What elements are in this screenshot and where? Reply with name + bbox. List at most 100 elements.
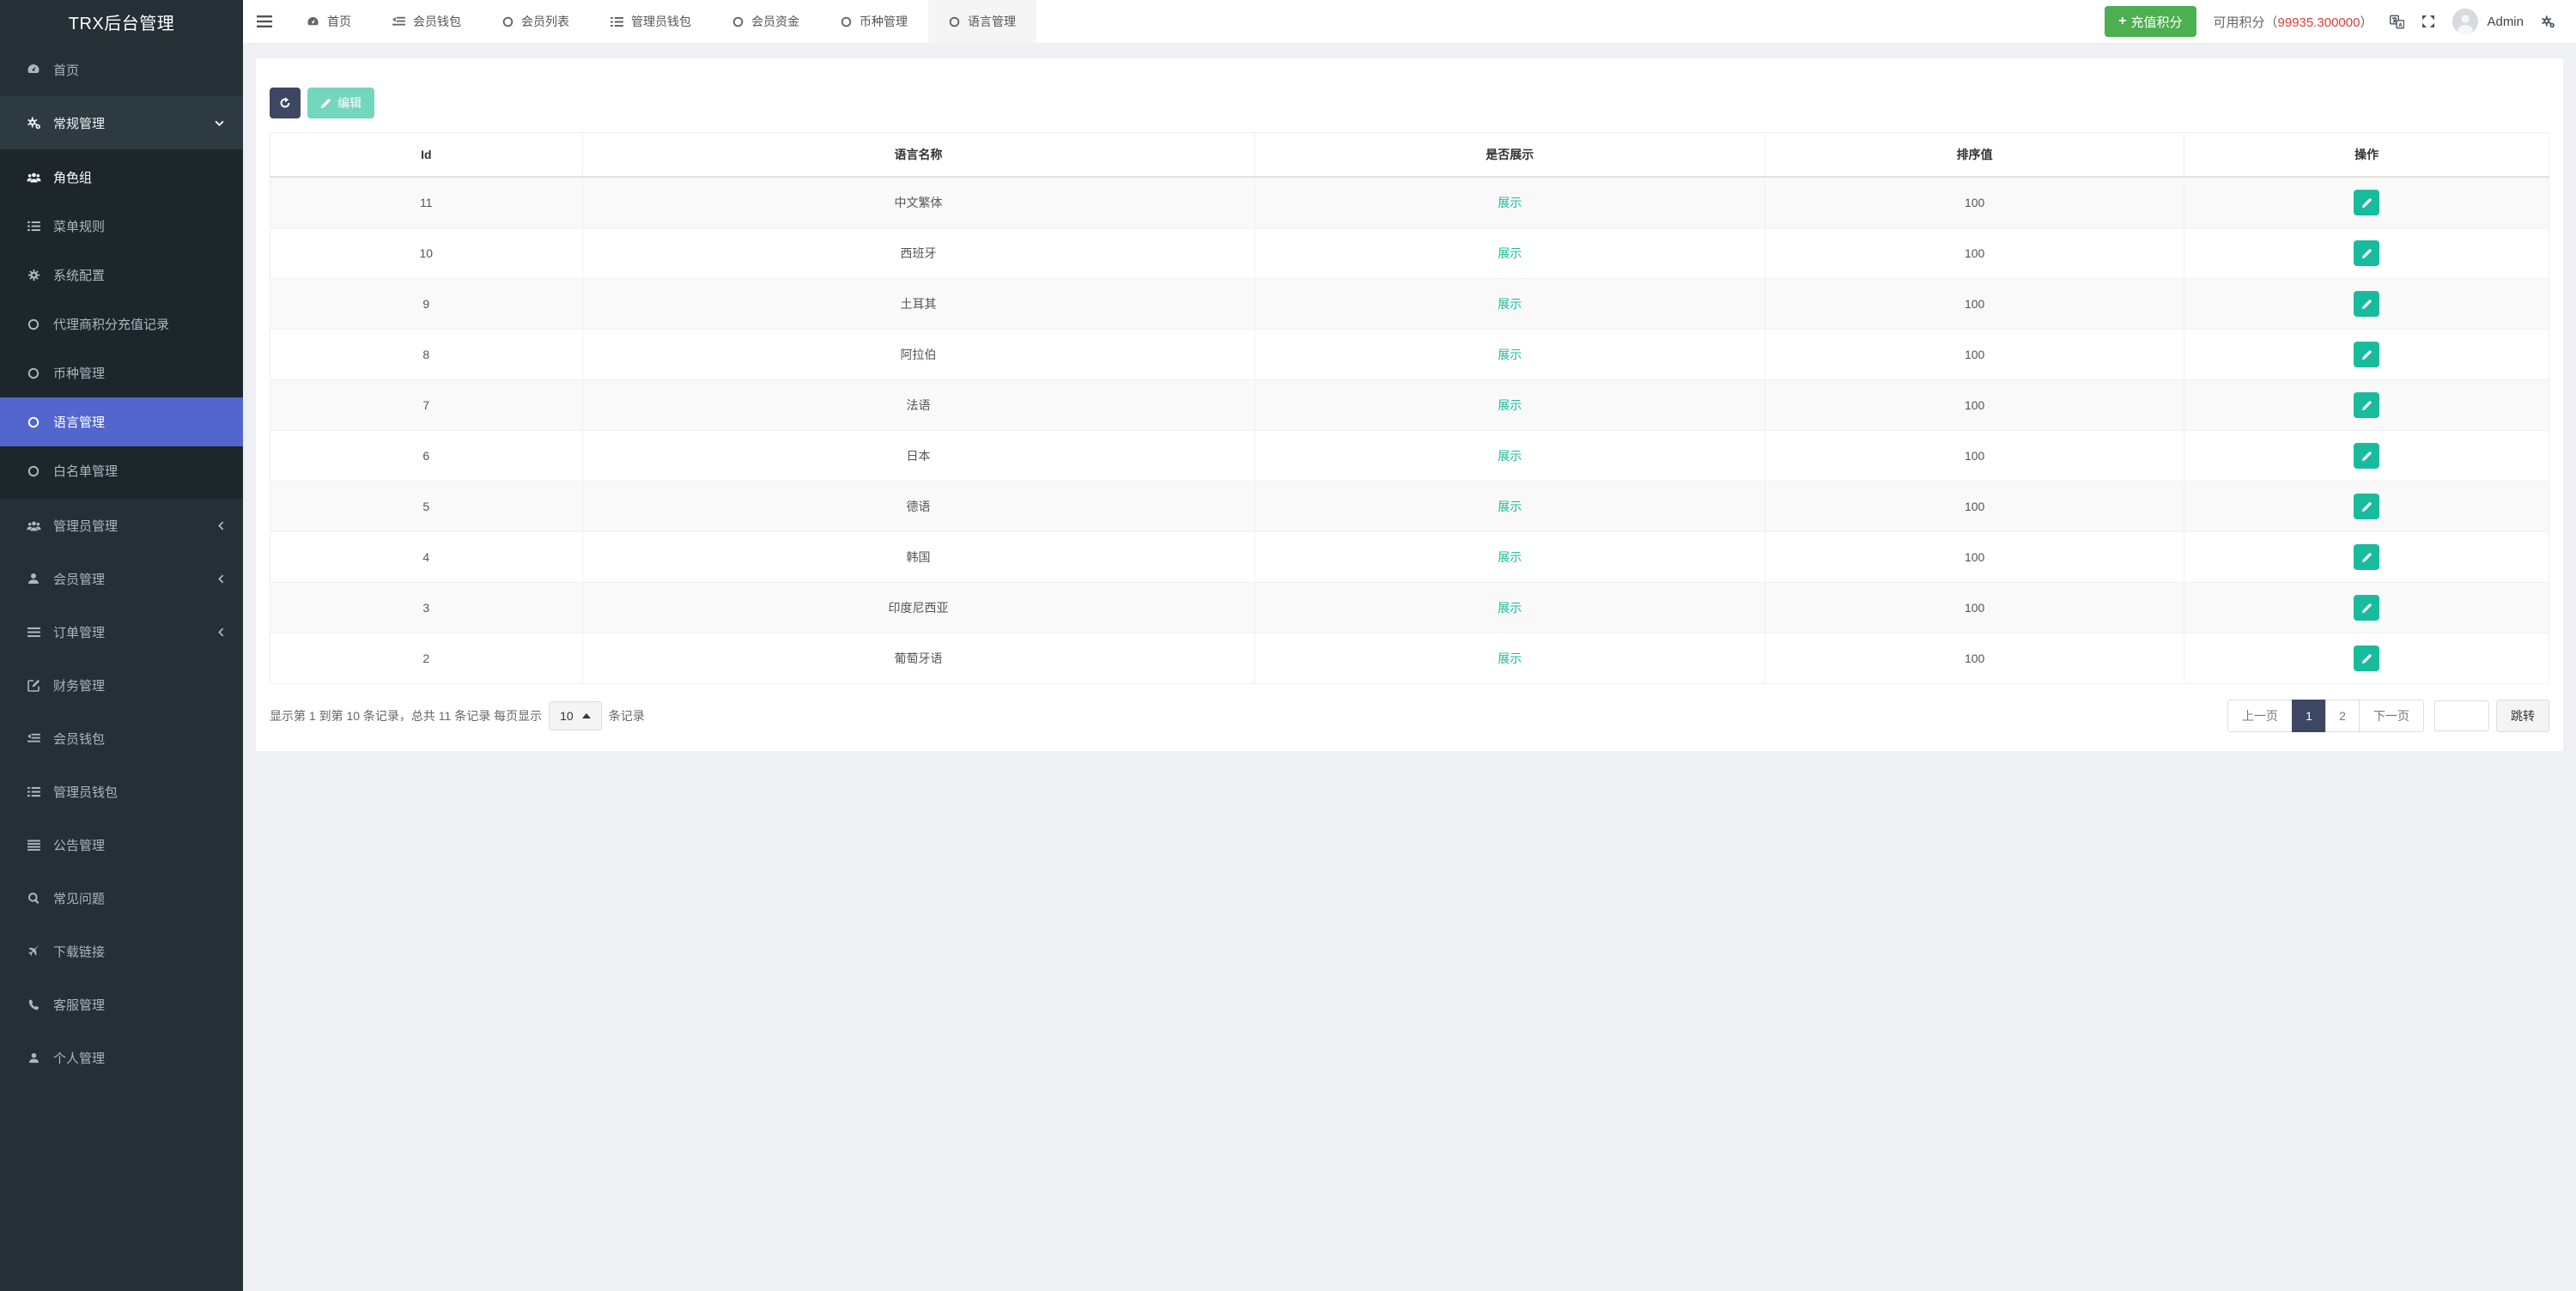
row-edit-button[interactable]: [2354, 190, 2379, 215]
sidebar-item-system-config[interactable]: 系统配置: [0, 251, 243, 300]
row-edit-button[interactable]: [2354, 646, 2379, 671]
sidebar-item-personal-mgmt[interactable]: 个人管理: [0, 1031, 243, 1084]
sidebar-item-finance-mgmt[interactable]: 财务管理: [0, 658, 243, 712]
cell-id: 4: [270, 532, 583, 583]
cell-sort-value: 100: [1765, 583, 2184, 633]
row-edit-button[interactable]: [2354, 342, 2379, 367]
pagination-page-2[interactable]: 2: [2325, 700, 2360, 732]
sidebar-item-member-wallet[interactable]: 会员钱包: [0, 712, 243, 765]
sidebar-item-admin-mgmt[interactable]: 管理员管理: [0, 499, 243, 552]
navbar-right: + 充值积分 可用积分（99935.300000） Admin: [2105, 0, 2576, 43]
sidebar-item-menu-rules[interactable]: 菜单规则: [0, 202, 243, 251]
table-row: 3 印度尼西亚 展示 100: [270, 583, 2549, 633]
user-menu[interactable]: Admin: [2452, 9, 2524, 34]
sidebar-item-member-mgmt[interactable]: 会员管理: [0, 552, 243, 605]
cell-id: 11: [270, 177, 583, 228]
table-row: 11 中文繁体 展示 100: [270, 177, 2549, 228]
fullscreen-icon[interactable]: [2421, 15, 2435, 28]
show-status-link[interactable]: 展示: [1498, 246, 1522, 260]
cell-sort-value: 100: [1765, 380, 2184, 431]
page-jump-input[interactable]: [2434, 700, 2489, 731]
cell-sort-value: 100: [1765, 228, 2184, 279]
tab-member-list[interactable]: 会员列表: [482, 0, 590, 43]
row-edit-button[interactable]: [2354, 595, 2379, 621]
plus-icon: +: [2118, 14, 2126, 29]
cell-id: 8: [270, 330, 583, 380]
row-edit-button[interactable]: [2354, 240, 2379, 266]
row-edit-button[interactable]: [2354, 494, 2379, 519]
sidebar-item-agent-recharge-records[interactable]: 代理商积分充值记录: [0, 300, 243, 349]
translate-icon[interactable]: [2390, 15, 2404, 29]
table-toolbar: 编辑: [270, 88, 2549, 118]
sidebar-item-whitelist-mgmt[interactable]: 白名单管理: [0, 446, 243, 495]
table-row: 6 日本 展示 100: [270, 431, 2549, 482]
show-status-link[interactable]: 展示: [1498, 348, 1522, 361]
sidebar-item-faq[interactable]: 常见问题: [0, 871, 243, 924]
sidebar-item-label: 客服管理: [53, 996, 105, 1014]
pagination-prev-button[interactable]: 上一页: [2227, 700, 2293, 732]
sidebar-item-label: 白名单管理: [53, 462, 118, 480]
edit-button[interactable]: 编辑: [307, 88, 374, 118]
sidebar-item-label: 会员钱包: [53, 730, 105, 748]
tab-admin-wallet[interactable]: 管理员钱包: [590, 0, 712, 43]
show-status-link[interactable]: 展示: [1498, 297, 1522, 311]
circle-icon: [24, 318, 43, 330]
user-icon: [24, 1052, 43, 1064]
sidebar-item-role-group[interactable]: 角色组: [0, 153, 243, 202]
tab-member-wallet[interactable]: 会员钱包: [372, 0, 482, 43]
summary-suffix: 条记录: [609, 707, 645, 724]
cell-sort-value: 100: [1765, 279, 2184, 330]
sidebar-item-label: 订单管理: [53, 623, 105, 641]
show-status-link[interactable]: 展示: [1498, 601, 1522, 615]
show-status-link[interactable]: 展示: [1498, 449, 1522, 463]
sidebar-toggle-button[interactable]: [243, 0, 286, 43]
pagination-next-button[interactable]: 下一页: [2359, 700, 2424, 732]
tab-member-funds[interactable]: 会员资金: [712, 0, 820, 43]
settings-gear-icon[interactable]: [2541, 15, 2555, 28]
sidebar-item-customer-service[interactable]: 客服管理: [0, 978, 243, 1031]
row-edit-button[interactable]: [2354, 443, 2379, 469]
gear-icon: [24, 269, 43, 282]
show-status-link[interactable]: 展示: [1498, 500, 1522, 513]
sidebar-item-currency-mgmt[interactable]: 币种管理: [0, 349, 243, 397]
tab-language-mgmt[interactable]: 语言管理: [928, 0, 1036, 43]
users-icon: [24, 520, 43, 531]
show-status-link[interactable]: 展示: [1498, 652, 1522, 665]
pagination: 上一页 1 2 下一页 跳转: [2227, 700, 2549, 732]
page-size-dropdown[interactable]: 10: [549, 701, 602, 730]
list-icon: [24, 786, 43, 797]
sidebar-item-admin-wallet[interactable]: 管理员钱包: [0, 765, 243, 818]
sidebar-item-order-mgmt[interactable]: 订单管理: [0, 605, 243, 658]
chevron-left-icon: [218, 627, 224, 637]
recharge-points-button[interactable]: + 充值积分: [2105, 6, 2196, 37]
sidebar-item-language-mgmt[interactable]: 语言管理: [0, 397, 243, 446]
tab-currency-mgmt[interactable]: 币种管理: [820, 0, 928, 43]
table-row: 9 土耳其 展示 100: [270, 279, 2549, 330]
row-edit-button[interactable]: [2354, 392, 2379, 418]
edit-square-icon: [24, 679, 43, 692]
row-edit-button[interactable]: [2354, 291, 2379, 317]
bars-icon: [257, 15, 272, 27]
pencil-icon: [320, 98, 331, 109]
circle-icon: [24, 416, 43, 428]
tab-label: 语言管理: [968, 13, 1016, 30]
sidebar-item-general-mgmt[interactable]: 常规管理: [0, 96, 243, 149]
pagination-page-1[interactable]: 1: [2292, 700, 2326, 732]
show-status-link[interactable]: 展示: [1498, 196, 1522, 209]
show-status-link[interactable]: 展示: [1498, 550, 1522, 564]
tab-home[interactable]: 首页: [286, 0, 372, 43]
row-edit-button[interactable]: [2354, 544, 2379, 570]
refresh-button[interactable]: [270, 88, 301, 118]
list-icon: [24, 627, 43, 638]
page-jump-button[interactable]: 跳转: [2496, 700, 2549, 732]
sidebar: TRX后台管理 首页 常规管理 角色组 菜单规则 系统配置: [0, 0, 243, 1291]
cell-sort-value: 100: [1765, 431, 2184, 482]
records-summary: 显示第 1 到第 10 条记录，总共 11 条记录 每页显示 10 条记录: [270, 701, 645, 730]
sidebar-item-announcement-mgmt[interactable]: 公告管理: [0, 818, 243, 871]
show-status-link[interactable]: 展示: [1498, 398, 1522, 412]
sidebar-item-download-links[interactable]: 下载链接: [0, 924, 243, 978]
sidebar-item-label: 角色组: [53, 168, 92, 186]
sidebar-item-home[interactable]: 首页: [0, 43, 243, 96]
dashboard-icon: [24, 63, 43, 76]
cell-language-name: 阿拉伯: [582, 330, 1255, 380]
